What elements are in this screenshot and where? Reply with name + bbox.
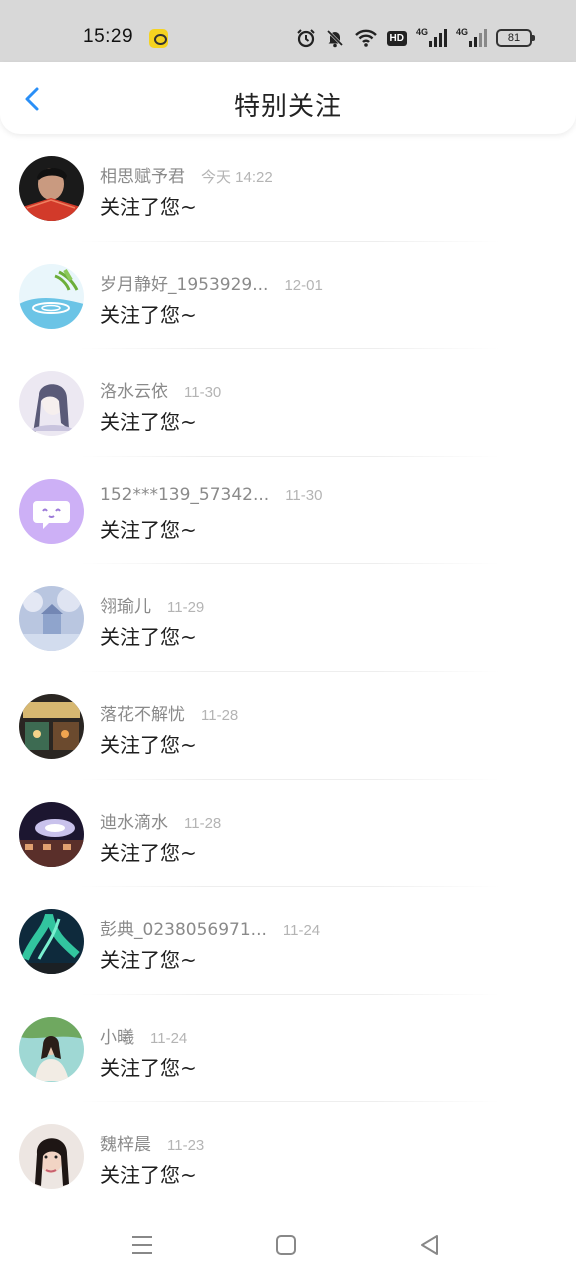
follow-time: 11-23 — [167, 1137, 205, 1155]
follow-message: 关注了您~ — [100, 840, 197, 865]
avatar[interactable] — [19, 156, 84, 221]
follower-name: 152***139_57342... — [100, 484, 270, 505]
item-meta: 152***139_57342... 11-30 — [100, 485, 322, 505]
avatar[interactable] — [19, 1124, 84, 1190]
avatar[interactable] — [19, 909, 84, 975]
status-time: 15:29 — [83, 26, 134, 47]
follow-time: 11-30 — [285, 486, 323, 504]
item-meta: 相思赋予君 今天 14:22 — [100, 162, 273, 187]
signal-4g-icon: 4G — [416, 27, 447, 47]
follow-time: 11-30 — [184, 384, 222, 402]
avatar[interactable] — [19, 801, 84, 867]
app-notification-icon — [149, 29, 168, 48]
triangle-back-icon — [421, 1235, 438, 1255]
alarm-icon — [296, 27, 316, 49]
avatar[interactable] — [19, 1016, 84, 1082]
list-item[interactable]: 彭典_0238056971... 11-24 关注了您~ — [0, 887, 576, 995]
follower-list: 相思赋予君 今天 14:22 关注了您~ 岁月静好_1953929... 12-… — [0, 134, 576, 1210]
mute-icon — [325, 27, 345, 49]
avatar[interactable] — [19, 371, 84, 437]
list-item[interactable]: 迪水滴水 11-28 关注了您~ — [0, 780, 576, 888]
follower-name: 落花不解忧 — [100, 704, 185, 725]
follow-time: 11-24 — [150, 1029, 188, 1047]
follow-message: 关注了您~ — [100, 948, 197, 973]
list-item[interactable]: 152***139_57342... 11-30 关注了您~ — [0, 457, 576, 565]
list-item[interactable]: 翎瑜儿 11-29 关注了您~ — [0, 564, 576, 672]
avatar[interactable] — [19, 693, 84, 759]
follow-message: 关注了您~ — [100, 1055, 197, 1080]
follower-name: 彭典_0238056971... — [100, 920, 267, 941]
follow-time: 11-28 — [184, 814, 222, 832]
follower-name: 相思赋予君 — [100, 167, 185, 187]
page-title: 特别关注 — [233, 92, 342, 122]
follower-name: 岁月静好_1953929... — [100, 274, 269, 295]
follow-message: 关注了您~ — [100, 625, 197, 650]
avatar[interactable] — [19, 478, 84, 544]
network-label: 4G — [416, 27, 429, 37]
home-button[interactable] — [273, 1232, 299, 1258]
item-meta: 落花不解忧 11-28 — [100, 700, 238, 725]
follower-name: 小曦 — [100, 1027, 134, 1048]
item-meta: 小曦 11-24 — [100, 1023, 187, 1048]
menu-icon — [132, 1236, 152, 1254]
system-nav-bar — [0, 1210, 576, 1280]
menu-button[interactable] — [129, 1232, 155, 1258]
item-meta: 迪水滴水 11-28 — [100, 808, 221, 833]
follow-time: 今天 14:22 — [201, 169, 273, 186]
header-bar: 特别关注 — [0, 62, 576, 134]
follow-message: 关注了您~ — [100, 195, 197, 219]
follower-name: 翎瑜儿 — [100, 597, 151, 618]
follower-name: 迪水滴水 — [100, 812, 168, 833]
list-item[interactable]: 洛水云依 11-30 关注了您~ — [0, 349, 576, 457]
item-meta: 洛水云依 11-30 — [100, 377, 221, 402]
follower-name: 洛水云依 — [100, 382, 168, 403]
follow-time: 11-29 — [167, 599, 205, 617]
item-meta: 彭典_0238056971... 11-24 — [100, 915, 320, 940]
avatar[interactable] — [19, 586, 84, 652]
follow-message: 关注了您~ — [100, 410, 197, 435]
network-label: 4G — [456, 27, 469, 37]
status-icons: HD 4G 4G 81 — [296, 27, 535, 49]
follow-time: 11-24 — [282, 922, 321, 940]
follow-message: 关注了您~ — [100, 517, 197, 542]
list-item[interactable]: 小曦 11-24 关注了您~ — [0, 995, 576, 1103]
status-bar: 15:29 HD 4G 4G 81 — [0, 0, 576, 62]
list-item[interactable]: 魏梓晨 11-23 关注了您~ — [0, 1102, 576, 1210]
signal-4g-icon: 4G — [456, 27, 487, 47]
item-meta: 岁月静好_1953929... 12-01 — [100, 270, 323, 295]
battery-level: 81 — [507, 32, 521, 44]
list-item[interactable]: 落花不解忧 11-28 关注了您~ — [0, 672, 576, 780]
item-meta: 魏梓晨 11-23 — [100, 1130, 204, 1155]
item-meta: 翎瑜儿 11-29 — [100, 592, 204, 617]
follow-time: 12-01 — [284, 276, 323, 294]
follow-time: 11-28 — [201, 706, 239, 724]
battery-icon: 81 — [496, 29, 535, 47]
list-item[interactable]: 岁月静好_1953929... 12-01 关注了您~ — [0, 242, 576, 350]
wifi-icon — [354, 27, 378, 49]
follow-message: 关注了您~ — [100, 732, 197, 757]
hd-label: HD — [386, 30, 407, 46]
back-nav-button[interactable] — [417, 1232, 443, 1258]
follow-message: 关注了您~ — [100, 302, 197, 327]
avatar[interactable] — [19, 263, 84, 329]
follower-name: 魏梓晨 — [100, 1135, 151, 1156]
hd-icon: HD — [386, 27, 407, 49]
list-item[interactable]: 相思赋予君 今天 14:22 关注了您~ — [0, 134, 576, 242]
follow-message: 关注了您~ — [100, 1163, 197, 1188]
home-icon — [276, 1235, 296, 1255]
